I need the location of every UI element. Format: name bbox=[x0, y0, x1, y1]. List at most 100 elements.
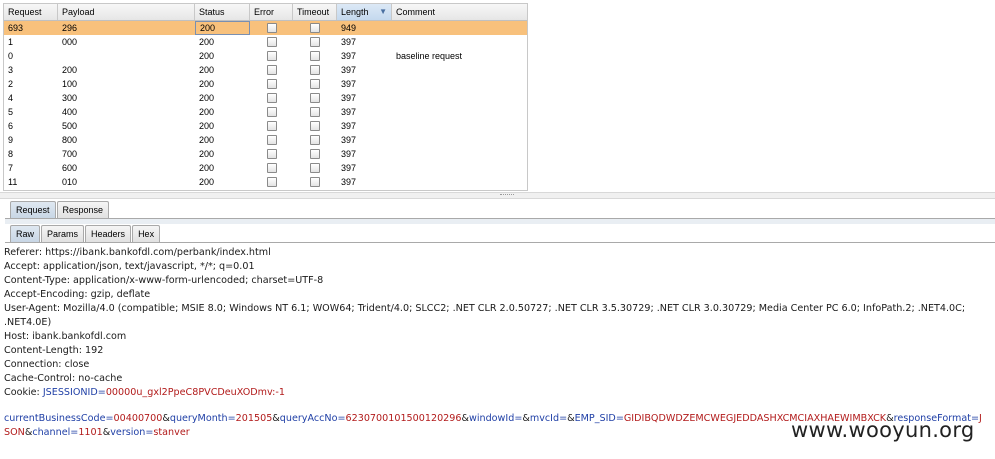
table-row[interactable]: 7 600 200 397 bbox=[4, 161, 527, 175]
pane-splitter[interactable] bbox=[0, 192, 995, 199]
column-header-error[interactable]: Error bbox=[250, 4, 293, 20]
timeout-checkbox[interactable] bbox=[310, 148, 320, 159]
cell-comment bbox=[392, 161, 527, 175]
param-key: channel bbox=[32, 427, 71, 438]
cell-payload: 000 bbox=[62, 37, 78, 47]
cell-error bbox=[250, 63, 293, 77]
table-header: Request Payload Status Error Timeout Len… bbox=[4, 4, 527, 21]
cell-length: 397 bbox=[341, 163, 357, 173]
error-checkbox[interactable] bbox=[266, 148, 277, 159]
column-header-comment[interactable]: Comment bbox=[392, 4, 527, 20]
tab-headers[interactable]: Headers bbox=[85, 225, 132, 242]
param-key: EMP_SID bbox=[574, 413, 616, 424]
cell-timeout bbox=[293, 161, 337, 175]
table-row[interactable]: 0 200 397 baseline request bbox=[4, 49, 527, 63]
cell-payload: 800 bbox=[62, 135, 78, 145]
error-checkbox[interactable] bbox=[266, 50, 277, 61]
column-header-payload[interactable]: Payload bbox=[58, 4, 195, 20]
error-checkbox[interactable] bbox=[266, 36, 277, 47]
sort-descending-icon: ▼ bbox=[379, 7, 387, 16]
error-checkbox[interactable] bbox=[266, 78, 277, 89]
timeout-checkbox[interactable] bbox=[310, 134, 320, 145]
tab-response[interactable]: Response bbox=[56, 201, 110, 218]
table-row[interactable]: 5 400 200 397 bbox=[4, 105, 527, 119]
table-row[interactable]: 693 296 200 949 bbox=[4, 21, 527, 35]
cell-comment bbox=[392, 119, 527, 133]
cell-request: 1 bbox=[8, 37, 14, 47]
timeout-checkbox[interactable] bbox=[310, 176, 320, 187]
tab-raw[interactable]: Raw bbox=[10, 225, 41, 242]
cell-length: 397 bbox=[341, 65, 357, 75]
error-checkbox[interactable] bbox=[266, 176, 277, 187]
column-header-status[interactable]: Status bbox=[195, 4, 250, 20]
timeout-checkbox[interactable] bbox=[310, 22, 320, 33]
timeout-checkbox[interactable] bbox=[310, 50, 320, 61]
error-checkbox[interactable] bbox=[266, 22, 277, 33]
error-checkbox[interactable] bbox=[266, 120, 277, 131]
table-row[interactable]: 4 300 200 397 bbox=[4, 91, 527, 105]
timeout-checkbox[interactable] bbox=[310, 36, 320, 47]
tab-params[interactable]: Params bbox=[41, 225, 85, 242]
cell-timeout bbox=[293, 35, 337, 49]
table-row[interactable]: 2 100 200 397 bbox=[4, 77, 527, 91]
timeout-checkbox[interactable] bbox=[310, 64, 320, 75]
error-checkbox[interactable] bbox=[266, 64, 277, 75]
table-row[interactable]: 8 700 200 397 bbox=[4, 147, 527, 161]
cell-status: 200 bbox=[199, 37, 215, 47]
cell-timeout bbox=[293, 63, 337, 77]
timeout-checkbox[interactable] bbox=[310, 106, 320, 117]
cell-comment bbox=[392, 35, 527, 49]
cell-payload: 400 bbox=[62, 107, 78, 117]
cell-payload: 300 bbox=[62, 93, 78, 103]
view-tabs: Raw Params Headers Hex bbox=[10, 225, 161, 242]
param-value: stanver bbox=[153, 427, 190, 438]
raw-request-editor[interactable]: Referer: https://ibank.bankofdl.com/perb… bbox=[4, 246, 989, 440]
table-row[interactable]: 3 200 200 397 bbox=[4, 63, 527, 77]
param-key: queryMonth bbox=[169, 413, 228, 424]
table-row[interactable]: 9 800 200 397 bbox=[4, 133, 527, 147]
cell-length: 397 bbox=[341, 121, 357, 131]
cell-status: 200 bbox=[199, 135, 215, 145]
param-key: windowId bbox=[468, 413, 515, 424]
cell-payload: 100 bbox=[62, 79, 78, 89]
cell-length: 397 bbox=[341, 149, 357, 159]
table-row[interactable]: 6 500 200 397 bbox=[4, 119, 527, 133]
column-header-request[interactable]: Request bbox=[4, 4, 58, 20]
table-row[interactable]: 1 000 200 397 bbox=[4, 35, 527, 49]
table-row[interactable]: 11 010 200 397 bbox=[4, 175, 527, 189]
cell-timeout bbox=[293, 147, 337, 161]
cell-status: 200 bbox=[199, 107, 215, 117]
column-header-length[interactable]: Length ▼ bbox=[337, 4, 392, 20]
timeout-checkbox[interactable] bbox=[310, 78, 320, 89]
error-checkbox[interactable] bbox=[266, 106, 277, 117]
error-checkbox[interactable] bbox=[266, 92, 277, 103]
cell-comment bbox=[392, 147, 527, 161]
tab-hex[interactable]: Hex bbox=[132, 225, 161, 242]
cell-timeout bbox=[293, 119, 337, 133]
cell-request: 693 bbox=[8, 23, 24, 33]
header-cache-control: Cache-Control: no-cache bbox=[4, 373, 123, 384]
cell-request: 6 bbox=[8, 121, 14, 131]
cell-request: 4 bbox=[8, 93, 14, 103]
cell-comment bbox=[392, 91, 527, 105]
timeout-checkbox[interactable] bbox=[310, 92, 320, 103]
header-accept-encoding: Accept-Encoding: gzip, deflate bbox=[4, 289, 151, 300]
error-checkbox[interactable] bbox=[266, 162, 277, 173]
column-header-timeout[interactable]: Timeout bbox=[293, 4, 337, 20]
timeout-checkbox[interactable] bbox=[310, 162, 320, 173]
error-checkbox[interactable] bbox=[266, 134, 277, 145]
timeout-checkbox[interactable] bbox=[310, 120, 320, 131]
cell-request: 7 bbox=[8, 163, 14, 173]
tab-request[interactable]: Request bbox=[10, 201, 56, 218]
header-user-agent: User-Agent: Mozilla/4.0 (compatible; MSI… bbox=[4, 303, 966, 328]
splitter-grip-icon[interactable] bbox=[500, 194, 514, 197]
cell-error bbox=[250, 35, 293, 49]
cell-error bbox=[250, 77, 293, 91]
cell-payload: 700 bbox=[62, 149, 78, 159]
cell-length: 397 bbox=[341, 51, 357, 61]
cell-timeout bbox=[293, 77, 337, 91]
cell-request: 2 bbox=[8, 79, 14, 89]
param-value: 1101 bbox=[78, 427, 103, 438]
cell-status: 200 bbox=[199, 65, 215, 75]
cell-comment bbox=[392, 63, 527, 77]
